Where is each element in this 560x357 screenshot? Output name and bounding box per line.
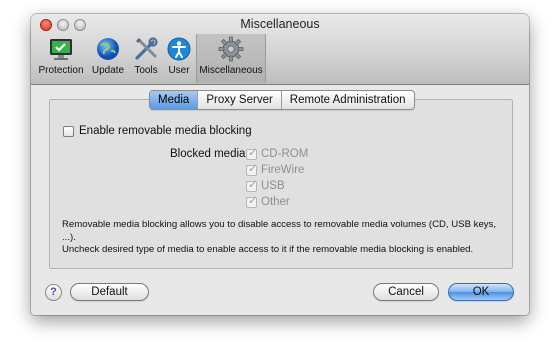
firewire-label: FireWire	[261, 164, 305, 176]
cd-rom-label: CD-ROM	[261, 148, 309, 160]
enable-media-blocking-checkbox[interactable]	[63, 125, 74, 137]
usb-label: USB	[261, 180, 285, 192]
user-icon	[167, 37, 191, 61]
tools-icon	[135, 37, 158, 60]
usb-checkbox: ✓	[246, 176, 259, 192]
default-button[interactable]: Default	[70, 283, 149, 301]
preferences-window: Miscellaneous Protection Update Tools Us…	[31, 14, 529, 315]
blocked-media-label: Blocked media:	[170, 148, 249, 160]
checkmark-icon: ✓	[248, 176, 259, 191]
window-title: Miscellaneous	[240, 17, 320, 31]
other-label: Other	[261, 196, 290, 208]
toolbar-label: User	[168, 65, 190, 76]
media-item-other: ✓ Other	[246, 192, 290, 208]
enable-media-blocking-row[interactable]: Enable removable media blocking	[63, 125, 252, 137]
description-line: Uncheck desired type of media to enable …	[62, 244, 474, 255]
cancel-button[interactable]: Cancel	[373, 283, 439, 301]
tab-proxy-server[interactable]: Proxy Server	[198, 91, 282, 109]
help-button[interactable]: ?	[45, 284, 62, 301]
checkmark-icon: ✓	[248, 160, 259, 175]
checkmark-icon: ✓	[248, 192, 259, 207]
ok-button[interactable]: OK	[448, 283, 514, 301]
gear-icon	[218, 36, 244, 62]
firewire-checkbox: ✓	[246, 160, 259, 176]
tab-remote-administration[interactable]: Remote Administration	[282, 91, 414, 109]
cd-rom-checkbox: ✓	[246, 144, 259, 160]
tab-media[interactable]: Media	[150, 91, 199, 109]
toolbar-label: Update	[91, 65, 125, 76]
toolbar-miscellaneous[interactable]: Miscellaneous	[196, 34, 266, 83]
toolbar-tools[interactable]: Tools	[129, 36, 163, 80]
other-checkbox: ✓	[246, 192, 259, 208]
enable-media-blocking-label: Enable removable media blocking	[79, 125, 252, 137]
title-bar: Miscellaneous Protection Update Tools Us…	[31, 14, 529, 85]
toolbar-update[interactable]: Update	[89, 36, 127, 80]
media-item-cd-rom: ✓ CD-ROM	[246, 144, 309, 160]
toolbar-label: Protection	[38, 65, 84, 76]
toolbar-label: Tools	[134, 65, 158, 76]
media-blocking-description: Removable media blocking allows you to d…	[62, 219, 512, 257]
description-line: Removable media blocking allows you to d…	[62, 219, 497, 243]
globe-icon	[97, 38, 119, 60]
checkmark-icon: ✓	[248, 144, 259, 159]
media-item-firewire: ✓ FireWire	[246, 160, 305, 176]
tab-bar: Media Proxy Server Remote Administration	[149, 90, 415, 110]
toolbar-label: Miscellaneous	[199, 65, 263, 76]
toolbar-user[interactable]: User	[164, 36, 194, 80]
toolbar-protection[interactable]: Protection	[36, 36, 86, 80]
protection-monitor-icon	[50, 39, 72, 60]
media-item-usb: ✓ USB	[246, 176, 285, 192]
